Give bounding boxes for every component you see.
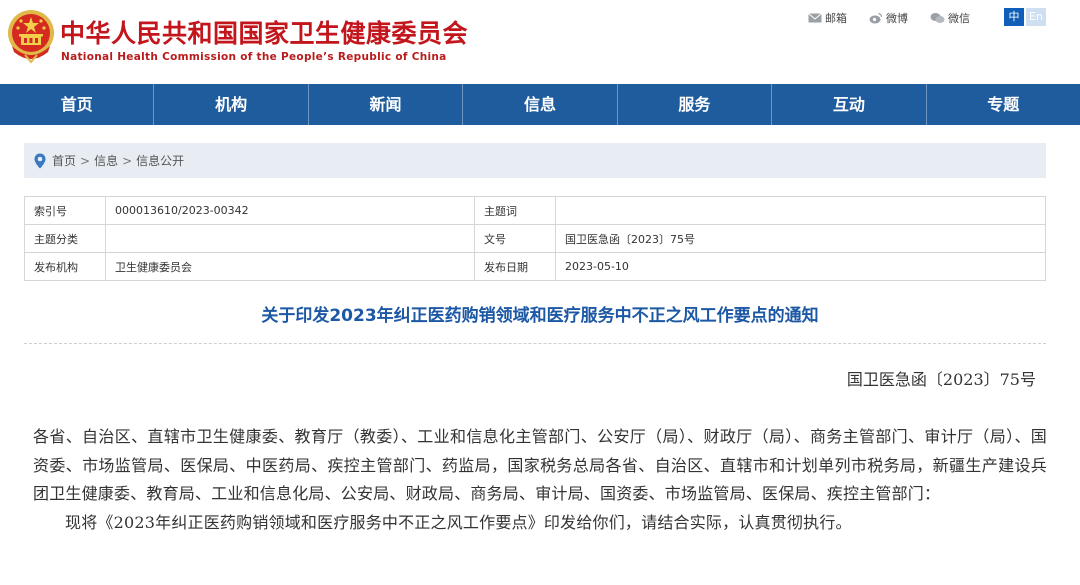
date-label: 发布日期 [474, 252, 556, 281]
nav-item-topics[interactable]: 专题 [927, 84, 1080, 125]
top-links: 邮箱 微博 微信 [808, 9, 992, 27]
breadcrumb-disclosure[interactable]: 信息公开 [136, 152, 184, 169]
org-value: 卫生健康委员会 [105, 252, 475, 281]
site-header: 中华人民共和国国家卫生健康委员会 National Health Commiss… [0, 0, 1080, 84]
document-title: 关于印发2023年纠正医药购销领域和医疗服务中不正之风工作要点的通知 [261, 306, 819, 326]
site-subtitle: National Health Commission of the People… [61, 51, 447, 63]
breadcrumb-information[interactable]: 信息 [94, 152, 118, 169]
index-value: 000013610/2023-00342 [105, 196, 475, 225]
document-addressees: 各省、自治区、直辖市卫生健康委、教育厅（教委）、工业和信息化主管部门、公安厅（局… [33, 427, 1047, 503]
docno-label: 文号 [474, 224, 556, 253]
table-row: 索引号 000013610/2023-00342 主题词 [24, 196, 1046, 225]
document-body: 各省、自治区、直辖市卫生健康委、教育厅（教委）、工业和信息化主管部门、公安厅（局… [33, 423, 1047, 537]
breadcrumb: 首页 > 信息 > 信息公开 [24, 143, 1046, 178]
document-info-table: 索引号 000013610/2023-00342 主题词 主题分类 文号 国卫医… [24, 196, 1046, 281]
wechat-icon [930, 13, 945, 23]
weibo-icon [869, 12, 883, 24]
nav-item-news[interactable]: 新闻 [309, 84, 464, 125]
table-row: 发布机构 卫生健康委员会 发布日期 2023-05-10 [24, 252, 1046, 281]
date-value: 2023-05-10 [555, 252, 1046, 281]
mail-link-label: 邮箱 [825, 12, 847, 25]
topic-value [555, 196, 1046, 225]
site-title[interactable]: 中华人民共和国国家卫生健康委员会 [60, 14, 468, 50]
category-label: 主题分类 [24, 224, 106, 253]
topic-label: 主题词 [474, 196, 556, 225]
mail-icon [808, 13, 822, 23]
index-label: 索引号 [24, 196, 106, 225]
table-row: 主题分类 文号 国卫医急函〔2023〕75号 [24, 224, 1046, 253]
docno-value: 国卫医急函〔2023〕75号 [555, 224, 1046, 253]
lang-en-button[interactable]: En [1026, 8, 1046, 26]
document-number: 国卫医急函〔2023〕75号 [846, 370, 1036, 389]
nav-item-home[interactable]: 首页 [0, 84, 155, 125]
national-emblem-icon[interactable] [6, 8, 56, 64]
breadcrumb-home[interactable]: 首页 [52, 152, 76, 169]
breadcrumb-separator: > [122, 153, 133, 168]
document-paragraph: 现将《2023年纠正医药购销领域和医疗服务中不正之风工作要点》印发给你们，请结合… [65, 512, 852, 532]
location-pin-icon [34, 153, 46, 168]
title-divider [24, 343, 1046, 344]
wechat-link[interactable]: 微信 [930, 10, 970, 26]
nav-item-information[interactable]: 信息 [463, 84, 618, 125]
breadcrumb-separator: > [80, 153, 91, 168]
nav-item-interaction[interactable]: 互动 [772, 84, 927, 125]
nav-item-organization[interactable]: 机构 [154, 84, 309, 125]
weibo-link-label: 微博 [886, 12, 908, 25]
weibo-link[interactable]: 微博 [869, 10, 908, 26]
wechat-link-label: 微信 [948, 12, 970, 25]
main-nav: 首页 机构 新闻 信息 服务 互动 专题 [0, 84, 1080, 125]
nav-item-services[interactable]: 服务 [618, 84, 773, 125]
org-label: 发布机构 [24, 252, 106, 281]
category-value [105, 224, 475, 253]
lang-zh-button[interactable]: 中 [1004, 8, 1024, 26]
mail-link[interactable]: 邮箱 [808, 10, 847, 26]
